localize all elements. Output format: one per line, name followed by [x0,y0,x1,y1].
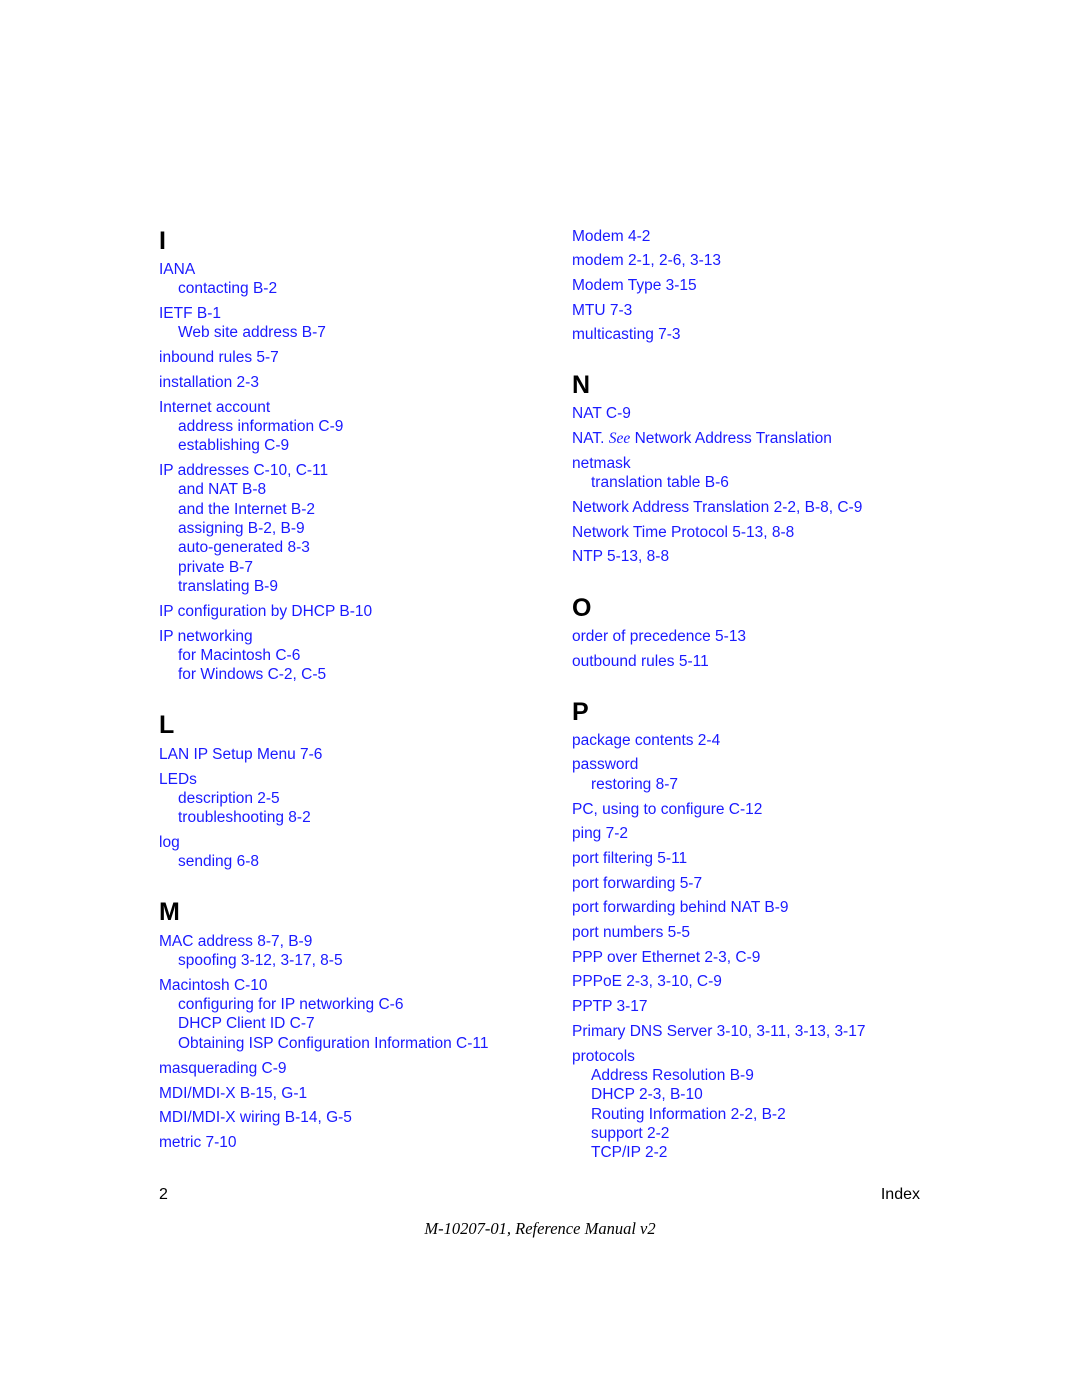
index-entry[interactable]: IP addresses C-10, C-11 [159,463,328,479]
index-entry[interactable]: installation 2-3 [159,375,259,391]
index-subentry[interactable]: description 2-5 [178,791,280,807]
see-reference-label: See [608,430,631,447]
index-entry[interactable]: Primary DNS Server 3-10, 3-11, 3-13, 3-1… [572,1024,865,1040]
index-entry[interactable]: modem 2-1, 2-6, 3-13 [572,253,721,269]
index-entry[interactable]: PPTP 3-17 [572,999,648,1015]
index-entry[interactable]: order of precedence 5-13 [572,629,746,645]
index-subentry[interactable]: Obtaining ISP Configuration Information … [178,1036,488,1052]
index-letter-heading: O [572,594,592,622]
index-subentry[interactable]: auto-generated 8-3 [178,540,310,556]
index-subentry[interactable]: assigning B-2, B-9 [178,521,305,537]
index-entry[interactable]: password [572,757,638,773]
index-entry[interactable]: LAN IP Setup Menu 7-6 [159,747,322,763]
index-entry[interactable]: port numbers 5-5 [572,925,690,941]
index-entry[interactable]: log [159,835,180,851]
index-subentry[interactable]: TCP/IP 2-2 [591,1145,667,1161]
index-subentry[interactable]: restoring 8-7 [591,777,678,793]
index-entry[interactable]: IP networking [159,629,253,645]
index-entry[interactable]: inbound rules 5-7 [159,350,279,366]
index-entry[interactable]: ping 7-2 [572,826,628,842]
index-letter-heading: M [159,898,180,926]
index-entry[interactable]: IANA [159,262,195,278]
index-entry[interactable]: port filtering 5-11 [572,851,687,867]
index-subentry[interactable]: contacting B-2 [178,281,277,297]
index-subentry[interactable]: support 2-2 [591,1126,669,1142]
index-entry[interactable]: outbound rules 5-11 [572,654,709,670]
index-entry[interactable]: metric 7-10 [159,1135,237,1151]
index-subentry[interactable]: and NAT B-8 [178,482,266,498]
index-entry[interactable]: package contents 2-4 [572,733,720,749]
index-subentry[interactable]: Address Resolution B-9 [591,1068,754,1084]
index-subentry[interactable]: address information C-9 [178,419,343,435]
index-entry[interactable]: multicasting 7-3 [572,327,681,343]
index-entry[interactable]: Modem Type 3-15 [572,278,697,294]
index-entry[interactable]: Internet account [159,400,270,416]
index-entry[interactable]: PC, using to configure C-12 [572,802,762,818]
index-entry[interactable]: NTP 5-13, 8-8 [572,549,669,565]
index-entry[interactable]: Modem 4-2 [572,229,650,245]
index-letter-heading: I [159,227,166,255]
index-entry[interactable]: PPPoE 2-3, 3-10, C-9 [572,974,722,990]
index-subentry[interactable]: for Windows C-2, C-5 [178,667,326,683]
index-subentry[interactable]: DHCP 2-3, B-10 [591,1087,703,1103]
section-name: Index [880,1186,920,1203]
index-entry[interactable]: Network Time Protocol 5-13, 8-8 [572,525,794,541]
index-subentry[interactable]: DHCP Client ID C-7 [178,1016,315,1032]
index-entry[interactable]: MAC address 8-7, B-9 [159,934,312,950]
index-entry[interactable]: Macintosh C-10 [159,978,268,994]
index-subentry[interactable]: establishing C-9 [178,438,289,454]
index-entry[interactable]: IP configuration by DHCP B-10 [159,604,372,620]
index-subentry[interactable]: private B-7 [178,560,253,576]
index-subentry[interactable]: configuring for IP networking C-6 [178,997,403,1013]
index-entry[interactable]: IETF B-1 [159,306,221,322]
index-entry[interactable]: port forwarding behind NAT B-9 [572,900,789,916]
index-entry[interactable]: NAT C-9 [572,406,631,422]
index-subentry[interactable]: Web site address B-7 [178,325,326,341]
index-entry[interactable]: masquerading C-9 [159,1061,287,1077]
index-letter-heading: N [572,371,591,399]
index-subentry[interactable]: translating B-9 [178,579,278,595]
index-subentry[interactable]: Routing Information 2-2, B-2 [591,1107,786,1123]
index-entry[interactable]: protocols [572,1049,635,1065]
see-reference-target: Network Address Translation [630,430,832,447]
index-entry[interactable]: NAT. See Network Address Translation [572,431,832,447]
index-entry[interactable]: netmask [572,456,631,472]
index-entry[interactable]: PPP over Ethernet 2-3, C-9 [572,950,760,966]
index-subentry[interactable]: sending 6-8 [178,854,259,870]
page-number: 2 [159,1186,168,1203]
index-letter-heading: P [572,698,589,726]
index-entry[interactable]: LEDs [159,772,197,788]
index-subentry[interactable]: spoofing 3-12, 3-17, 8-5 [178,953,343,969]
document-title: M-10207-01, Reference Manual v2 [424,1219,656,1238]
index-letter-heading: L [159,711,175,739]
index-subentry[interactable]: for Macintosh C-6 [178,648,300,664]
index-entry[interactable]: port forwarding 5-7 [572,876,702,892]
index-subentry[interactable]: translation table B-6 [591,475,729,491]
index-entry[interactable]: MDI/MDI-X wiring B-14, G-5 [159,1110,352,1126]
index-entry[interactable]: Network Address Translation 2-2, B-8, C-… [572,500,862,516]
index-subentry[interactable]: troubleshooting 8-2 [178,810,311,826]
index-entry[interactable]: MDI/MDI-X B-15, G-1 [159,1086,307,1102]
entry-text: NAT. [572,430,609,447]
index-subentry[interactable]: and the Internet B-2 [178,502,315,518]
index-entry[interactable]: MTU 7-3 [572,303,632,319]
